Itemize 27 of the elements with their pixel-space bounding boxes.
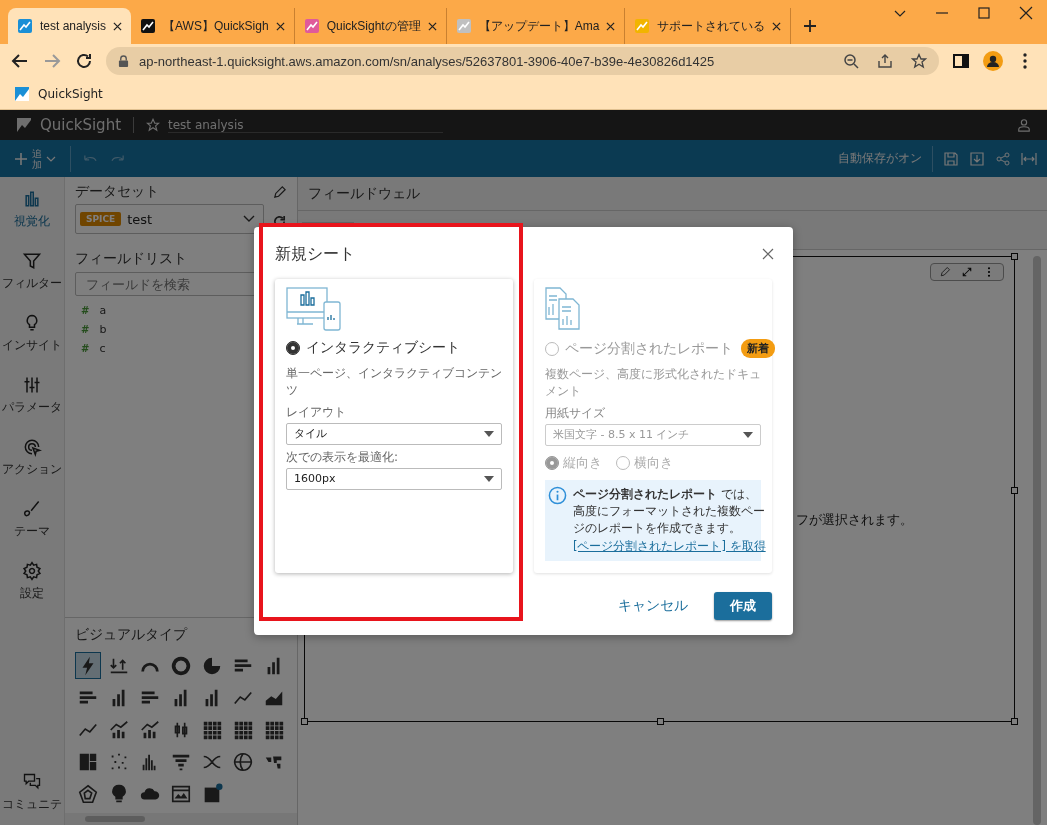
- dataset-name: test: [127, 211, 153, 227]
- field-label: レイアウト: [286, 403, 347, 421]
- number-type-icon: #: [81, 343, 90, 354]
- section-title: フィールドリスト: [75, 250, 187, 268]
- dialog-title: 新規シート: [275, 243, 355, 265]
- new-badge: 新着: [741, 339, 775, 358]
- tab-title: サポートされている: [657, 17, 766, 35]
- visual-hint: フが選択されます。: [796, 512, 913, 527]
- field-label: 次での表示を最適化:: [286, 448, 400, 466]
- brand-name: QuickSight: [40, 116, 121, 134]
- number-type-icon: #: [81, 324, 90, 335]
- option-label: ページ分割されたレポート: [565, 339, 733, 358]
- spice-badge: SPICE: [80, 212, 122, 226]
- tab-title: 【AWS】QuickSigh: [163, 17, 269, 35]
- url-text: ap-northeast-1.quicksight.aws.amazon.com/sn/analyses/52637801-3906-40e7-b39e-4e30826d1425: [139, 53, 715, 69]
- section-title: ビジュアルタイプ: [75, 626, 189, 644]
- info-text: ページ分割されたレポート では、高度にフォーマットされた複数ページのレポートを作成できます。 [ページ分割されたレポート] を取得: [573, 485, 766, 555]
- tab-title: QuickSightの管理: [326, 17, 421, 35]
- section-title: データセット: [75, 183, 160, 201]
- option-label: インタラクティブシート: [306, 339, 460, 357]
- option-description: 単一ページ、インタラクティブコンテンツ: [286, 365, 502, 400]
- number-type-icon: #: [81, 305, 90, 316]
- field-label: 用紙サイズ: [545, 404, 606, 422]
- option-description: 複数ページ、高度に形式化されたドキュメント: [545, 366, 761, 401]
- field-wells-title: フィールドウェル: [308, 184, 420, 203]
- tab-title: 【アップデート】Ama: [478, 17, 600, 35]
- tab-title: test analysis: [40, 19, 107, 33]
